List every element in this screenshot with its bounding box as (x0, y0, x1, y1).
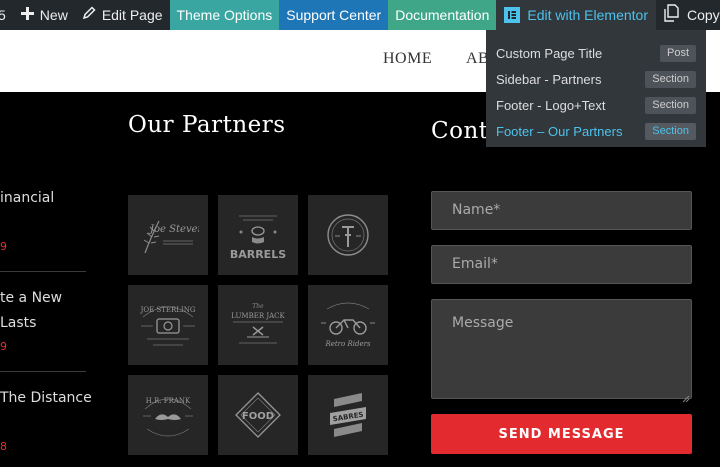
menu-item-tag: Section (645, 96, 696, 114)
logo-text: BARRELS (230, 248, 286, 261)
elementor-label: Edit with Elementor (527, 7, 648, 23)
partner-logo-joe-sterling[interactable]: JOE STERLING (128, 285, 208, 365)
message-field[interactable]: Message (431, 299, 692, 403)
partner-logo-retro-rides[interactable]: Retro Riders (308, 285, 388, 365)
elementor-menu-item[interactable]: Sidebar - Partners Section (486, 66, 706, 92)
partner-logo-joe-steven[interactable]: Joe Steven (128, 195, 208, 275)
menu-item-label: Footer - Logo+Text (496, 97, 606, 113)
copy-icon (663, 4, 681, 26)
post-title: inancial (0, 190, 55, 206)
name-field[interactable]: Name* (431, 191, 692, 230)
theme-options-label: Theme Options (176, 7, 273, 23)
documentation-button[interactable]: Documentation (388, 0, 497, 30)
menu-item-tag: Section (645, 122, 696, 140)
post-date: 8 (0, 440, 7, 453)
count-label: 5 (0, 7, 6, 23)
logo-text: Retro Riders (324, 340, 370, 348)
menu-item-tag: Section (645, 70, 696, 88)
logo-text: Joe Steven (148, 224, 199, 235)
partner-logo-barrels[interactable]: BARRELS (218, 195, 298, 275)
elementor-dropdown-menu: Custom Page Title Post Sidebar - Partner… (486, 30, 706, 147)
comments-count[interactable]: 5 (0, 0, 14, 30)
post-divider (0, 371, 86, 372)
partners-heading: Our Partners (128, 112, 286, 138)
admin-bar: 5 New Edit Page Theme Options Support Ce… (0, 0, 720, 30)
contact-heading: Cont (431, 118, 489, 144)
email-placeholder: Email* (452, 256, 498, 272)
partner-logo-sabres[interactable]: SABRES (308, 375, 388, 455)
edit-page-label: Edit Page (101, 7, 163, 23)
elementor-menu-item[interactable]: Footer - Logo+Text Section (486, 92, 706, 118)
logo-text: JOE STERLING (140, 306, 196, 314)
partner-logo-hr-frank[interactable]: H.R. FRANK (128, 375, 208, 455)
support-center-button[interactable]: Support Center (279, 0, 389, 30)
post-divider (0, 271, 86, 272)
post-title-link[interactable]: te a New Lasts (0, 286, 62, 336)
resize-handle-icon[interactable] (682, 389, 690, 403)
pencil-icon (82, 6, 96, 24)
email-field[interactable]: Email* (431, 245, 692, 284)
edit-page-button[interactable]: Edit Page (75, 0, 170, 30)
new-label: New (39, 7, 68, 23)
message-placeholder: Message (452, 315, 514, 331)
logo-text: FOOD (242, 411, 274, 422)
post-date: 9 (0, 340, 7, 353)
elementor-icon (504, 7, 521, 23)
partner-logo-food[interactable]: FOOD (218, 375, 298, 455)
support-center-label: Support Center (286, 7, 382, 23)
post-title-link[interactable]: inancial (0, 186, 54, 211)
partners-logo-grid: Joe Steven BARRELS JOE STERLING The LUMB… (128, 195, 388, 455)
post-date: 9 (0, 240, 7, 253)
svg-text:The: The (252, 303, 264, 310)
menu-item-label: Custom Page Title (496, 45, 603, 61)
theme-options-button[interactable]: Theme Options (169, 0, 280, 30)
documentation-label: Documentation (395, 7, 490, 23)
partner-logo-lumber-jack[interactable]: The LUMBER JACK (218, 285, 298, 365)
logo-text: LUMBER JACK (231, 312, 285, 320)
post-title-line2: Lasts (0, 315, 37, 331)
plus-icon (20, 6, 34, 24)
menu-item-tag: Post (659, 44, 696, 62)
copy-label: Copy to a (686, 7, 720, 23)
partner-logo-bicycle-badge[interactable] (308, 195, 388, 275)
name-placeholder: Name* (452, 202, 501, 218)
edit-with-elementor-button[interactable]: Edit with Elementor (496, 0, 656, 30)
post-title: te a New (0, 290, 63, 306)
elementor-menu-item-active[interactable]: Footer – Our Partners Section (486, 118, 706, 144)
send-message-label: SEND MESSAGE (498, 426, 625, 442)
send-message-button[interactable]: SEND MESSAGE (431, 414, 692, 454)
menu-item-label: Sidebar - Partners (496, 71, 602, 87)
logo-text: H.R. FRANK (146, 397, 191, 405)
post-title-link[interactable]: The Distance (0, 386, 92, 411)
menu-item-label: Footer – Our Partners (496, 123, 623, 139)
elementor-menu-item[interactable]: Custom Page Title Post (486, 40, 706, 66)
copy-button[interactable]: Copy to a (656, 0, 720, 30)
new-button[interactable]: New (14, 0, 75, 30)
nav-item-home[interactable]: HOME (383, 50, 432, 68)
post-title: The Distance (0, 390, 92, 406)
